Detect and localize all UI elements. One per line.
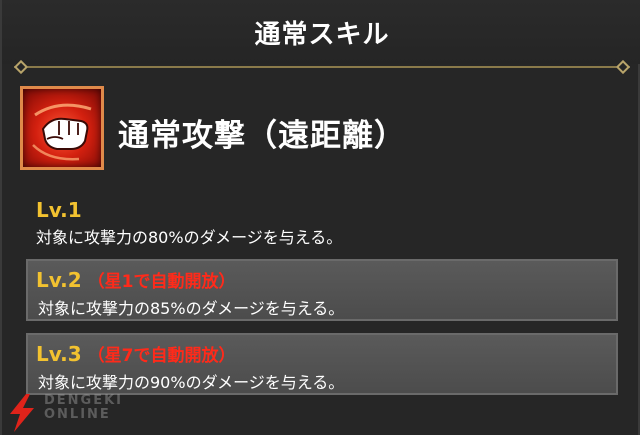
lightning-bolt-icon	[10, 394, 34, 432]
panel-header: 通常スキル	[2, 0, 640, 64]
level-unlock-condition: （星1で自動開放）	[87, 272, 236, 292]
watermark-text: DENGEKI ONLINE	[44, 393, 124, 422]
skill-level-3: Lv.3 （星7で自動開放） 対象に攻撃力の90%のダメージを与える。	[26, 333, 618, 395]
level-label: Lv.2	[36, 268, 82, 292]
level-label: Lv.1	[36, 198, 82, 222]
level-description: 対象に攻撃力の80%のダメージを与える。	[36, 228, 343, 247]
level-unlock-condition: （星7で自動開放）	[87, 346, 236, 366]
panel-title: 通常スキル	[254, 20, 390, 50]
skill-name: 通常攻撃（遠距離）	[118, 118, 406, 154]
skill-level-1: Lv.1 対象に攻撃力の80%のダメージを与える。	[26, 196, 618, 250]
watermark-logo: DENGEKI ONLINE	[4, 392, 154, 435]
skill-level-2: Lv.2 （星1で自動開放） 対象に攻撃力の85%のダメージを与える。	[26, 259, 618, 321]
header-divider	[14, 66, 630, 68]
level-description: 対象に攻撃力の85%のダメージを与える。	[38, 299, 345, 318]
level-label: Lv.3	[36, 342, 82, 366]
fist-icon	[20, 86, 104, 170]
skill-panel: 通常スキル 通常攻撃（遠距離） Lv.1 対象に攻撃力の80%のダメージを与える…	[0, 0, 640, 435]
level-description: 対象に攻撃力の90%のダメージを与える。	[38, 373, 345, 392]
